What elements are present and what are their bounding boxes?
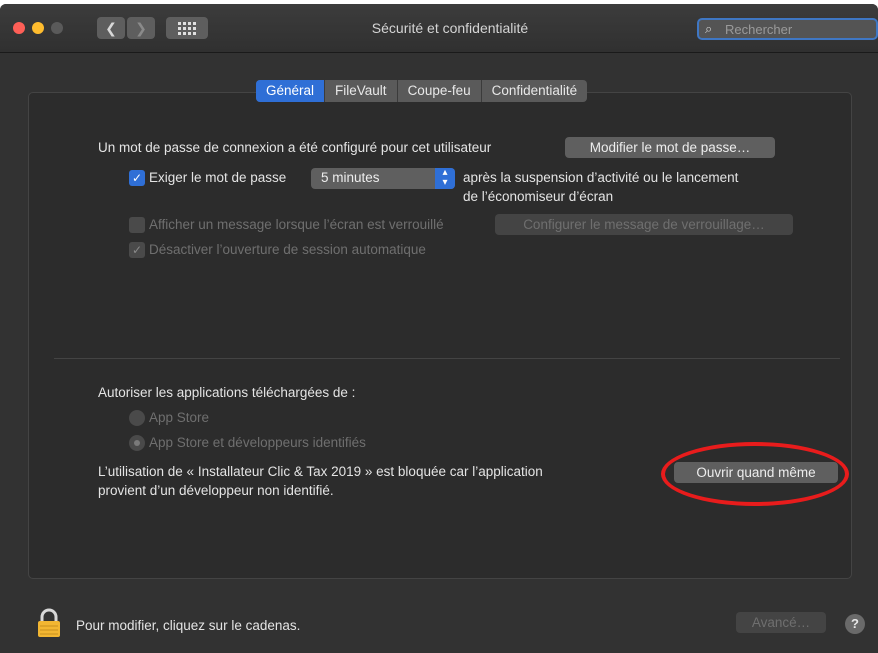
require-password-after-text-2: de l’économiseur d’écran — [463, 189, 614, 204]
configure-lock-message-button[interactable]: Configurer le message de verrouillage… — [495, 214, 793, 235]
annotation-highlight-ring — [661, 442, 849, 506]
grid-icon — [178, 21, 196, 35]
preferences-window: ❮ ❯ Sécurité et confidentialité ⌕ Généra… — [0, 4, 878, 653]
disable-auto-login-label: Désactiver l’ouverture de session automa… — [149, 242, 426, 257]
radio-app-store[interactable] — [129, 410, 145, 426]
lock-icon[interactable] — [36, 608, 62, 638]
radio-app-store-identified[interactable] — [129, 435, 145, 451]
chevron-left-icon: ❮ — [105, 19, 117, 36]
require-password-label: Exiger le mot de passe — [149, 170, 287, 185]
show-message-checkbox[interactable] — [129, 217, 145, 233]
blocked-app-text-2: provient d’un développeur non identifié. — [98, 483, 334, 498]
chevron-right-icon: ❯ — [135, 19, 147, 36]
allow-apps-heading: Autoriser les applications téléchargées … — [98, 385, 356, 400]
forward-button[interactable]: ❯ — [127, 17, 155, 39]
search-icon: ⌕ — [705, 21, 713, 36]
tab-filevault[interactable]: FileVault — [325, 80, 398, 102]
title-bar: ❮ ❯ Sécurité et confidentialité ⌕ — [0, 4, 878, 53]
zoom-window-button[interactable] — [51, 22, 63, 34]
require-password-checkbox[interactable]: ✓ — [129, 170, 145, 186]
tab-privacy[interactable]: Confidentialité — [482, 80, 588, 102]
show-all-button[interactable] — [166, 17, 208, 39]
checkmark-icon: ✓ — [131, 171, 143, 185]
tab-firewall[interactable]: Coupe-feu — [398, 80, 482, 102]
search-input[interactable] — [723, 20, 867, 38]
show-message-label: Afficher un message lorsque l’écran est … — [149, 217, 444, 232]
window-title: Sécurité et confidentialité — [371, 20, 529, 36]
lock-hint-text: Pour modifier, cliquez sur le cadenas. — [76, 618, 301, 633]
radio-app-store-label: App Store — [149, 410, 210, 425]
advanced-button[interactable]: Avancé… — [736, 612, 826, 633]
search-field[interactable]: ⌕ — [697, 18, 878, 40]
minimize-window-button[interactable] — [32, 22, 44, 34]
require-password-after-text-1: après la suspension d’activité ou le lan… — [463, 170, 739, 185]
password-set-text: Un mot de passe de connexion a été confi… — [98, 140, 492, 155]
tab-bar: Général FileVault Coupe-feu Confidential… — [256, 80, 588, 102]
radio-app-store-identified-label: App Store et développeurs identifiés — [149, 435, 366, 450]
section-divider — [54, 358, 840, 359]
back-button[interactable]: ❮ — [97, 17, 125, 39]
tab-general[interactable]: Général — [256, 80, 326, 102]
help-button[interactable]: ? — [845, 614, 865, 634]
change-password-button[interactable]: Modifier le mot de passe… — [565, 137, 775, 158]
general-panel — [28, 92, 852, 579]
blocked-app-text-1: L’utilisation de « Installateur Clic & T… — [98, 464, 543, 479]
updown-arrows-icon: ▴ ▾ — [435, 168, 455, 189]
checkmark-icon: ✓ — [131, 243, 143, 257]
close-window-button[interactable] — [13, 22, 25, 34]
password-delay-value: 5 minutes — [321, 170, 380, 185]
password-delay-select[interactable]: 5 minutes ▴ ▾ — [311, 168, 455, 189]
disable-auto-login-checkbox[interactable]: ✓ — [129, 242, 145, 258]
